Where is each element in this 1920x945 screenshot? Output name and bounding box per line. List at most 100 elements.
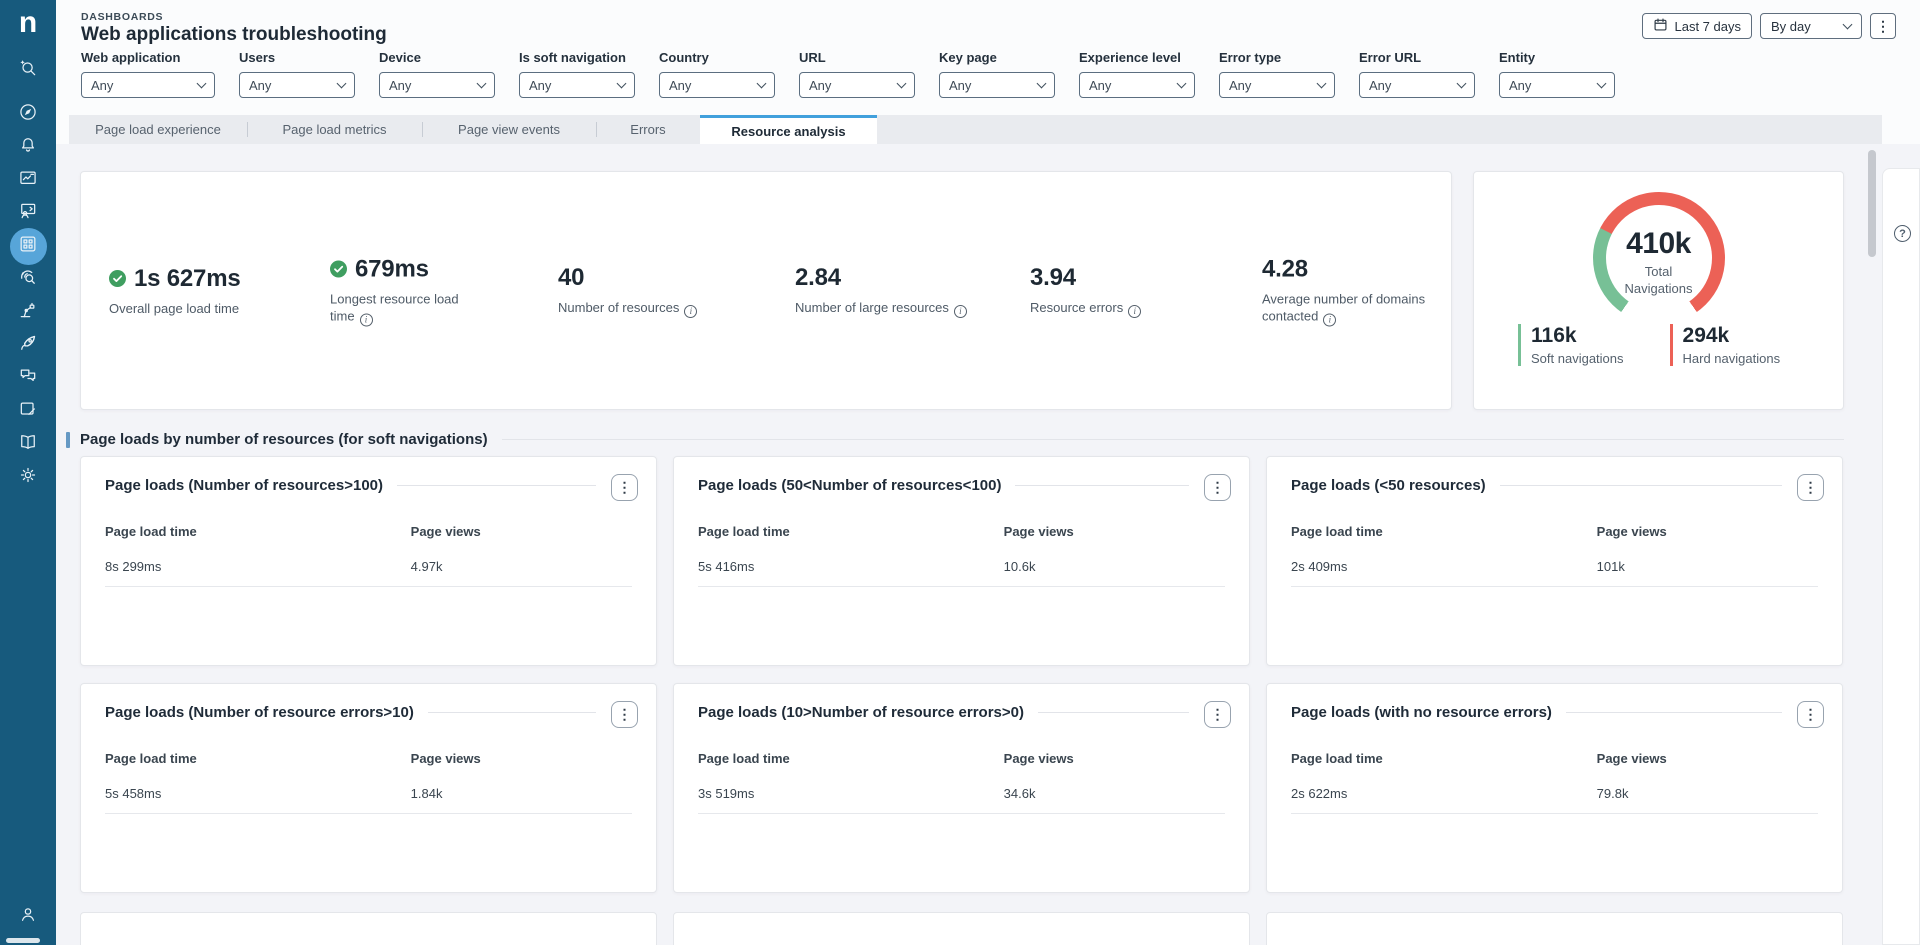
filter-label: Key page [939, 50, 1055, 65]
info-icon[interactable] [1128, 305, 1141, 318]
table-row: 5s 416ms 10.6k [698, 553, 1225, 587]
widget-card-partial [1266, 912, 1843, 945]
sidebar-item-settings[interactable] [9, 461, 47, 494]
time-range-label: Last 7 days [1675, 19, 1742, 34]
widget-menu-button[interactable] [1204, 474, 1231, 501]
filter: URL Any [799, 50, 915, 98]
dashboards-grid-icon [18, 234, 38, 259]
sidebar-item-notes[interactable] [9, 395, 47, 428]
toolbar: Last 7 days By day [1642, 13, 1897, 39]
column-header: Page load time [105, 524, 411, 539]
help-rail: ? [1882, 168, 1920, 945]
filter-bar: Web application Any Users Any [81, 50, 1615, 98]
widget-table: Page load time Page views 2s 622ms 79.8k [1291, 751, 1818, 814]
column-header: Page views [411, 751, 632, 766]
tab[interactable]: Page load experience [69, 115, 247, 144]
chevron-down-icon [1177, 79, 1187, 89]
column-header: Page load time [698, 524, 1004, 539]
new-relic-logo[interactable]: n [0, 0, 56, 46]
info-icon[interactable] [360, 313, 373, 326]
summary-metric: 4.28 Average number of domains contacted [1262, 255, 1442, 326]
section-divider [502, 439, 1844, 440]
sidebar-item-collaboration[interactable] [9, 362, 47, 395]
tab[interactable]: Resource analysis [700, 115, 877, 144]
widget-table: Page load time Page views 5s 416ms 10.6k [698, 524, 1225, 587]
success-check-icon [109, 270, 126, 287]
filter-select[interactable]: Any [81, 72, 215, 98]
tab[interactable]: Errors [596, 115, 700, 144]
title-divider [1015, 485, 1189, 486]
info-icon[interactable] [1323, 313, 1336, 326]
filter-select[interactable]: Any [239, 72, 355, 98]
gauge-title: Total Navigations [1613, 263, 1705, 297]
widget-table: Page load time Page views 5s 458ms 1.84k [105, 751, 632, 814]
sidebar-item-account[interactable] [0, 904, 56, 929]
sidebar-scrollbar[interactable] [6, 938, 40, 943]
summary-metrics-card: 1s 627ms Overall page load time 679ms [80, 171, 1452, 410]
app-window: n [0, 0, 1920, 945]
bell-icon [18, 135, 38, 160]
filter-select[interactable]: Any [1499, 72, 1615, 98]
filter-select[interactable]: Any [1079, 72, 1195, 98]
sidebar-item-session-insights[interactable] [9, 263, 47, 296]
sidebar-item-dashboards[interactable] [10, 228, 47, 265]
cell-page-views: 4.97k [411, 559, 632, 574]
widget-menu-button[interactable] [611, 474, 638, 501]
sidebar-item-alerts[interactable] [9, 131, 47, 164]
chevron-down-icon [337, 79, 347, 89]
sidebar-item-ai-search[interactable] [9, 54, 47, 87]
widget-menu-button[interactable] [1204, 701, 1231, 728]
help-icon[interactable]: ? [1894, 225, 1911, 242]
info-icon[interactable] [684, 305, 697, 318]
sidebar-item-explore[interactable] [9, 98, 47, 131]
tab[interactable]: Page view events [422, 115, 596, 144]
navigations-card: 410k Total Navigations 116k Soft navigat… [1473, 171, 1844, 410]
widget-title: Page loads (with no resource errors) [1291, 704, 1552, 721]
chevron-down-icon [1457, 79, 1467, 89]
filter-select[interactable]: Any [519, 72, 635, 98]
cell-page-load-time: 2s 622ms [1291, 786, 1597, 801]
time-range-picker[interactable]: Last 7 days [1642, 13, 1753, 39]
sidebar-item-machine-learning[interactable] [9, 296, 47, 329]
info-icon[interactable] [954, 305, 967, 318]
section-header: Page loads by number of resources (for s… [66, 431, 1844, 448]
cell-page-views: 1.84k [411, 786, 632, 801]
filter-select[interactable]: Any [659, 72, 775, 98]
granularity-select[interactable]: By day [1760, 13, 1862, 39]
tab-label: Resource analysis [731, 124, 845, 139]
sidebar-item-documentation[interactable] [9, 428, 47, 461]
dashboard-menu-button[interactable] [1870, 13, 1896, 39]
sidebar-item-launchers[interactable] [9, 329, 47, 362]
filter: Key page Any [939, 50, 1055, 98]
filter-select[interactable]: Any [1359, 72, 1475, 98]
filter-value: Any [91, 78, 113, 93]
summary-metric: 40 Number of resources [558, 264, 697, 318]
metric-value: 1s 627ms [134, 265, 241, 293]
tab[interactable]: Page load metrics [247, 115, 422, 144]
legend-label: Soft navigations [1531, 351, 1624, 366]
vertical-scrollbar[interactable] [1868, 150, 1876, 257]
metric-label: Number of large resources [795, 299, 967, 318]
sidebar-item-teams[interactable] [9, 197, 47, 230]
widget-menu-button[interactable] [1797, 701, 1824, 728]
metric-value: 3.94 [1030, 264, 1076, 292]
cell-page-views: 79.8k [1597, 786, 1818, 801]
filter-select[interactable]: Any [1219, 72, 1335, 98]
filter-select[interactable]: Any [939, 72, 1055, 98]
sidebar-item-apm-summary[interactable] [9, 164, 47, 197]
table-row: 5s 458ms 1.84k [105, 780, 632, 814]
widget-card: Page loads (Number of resources>100) Pag… [80, 456, 657, 666]
widget-menu-button[interactable] [1797, 474, 1824, 501]
widget-menu-button[interactable] [611, 701, 638, 728]
sidebar-nav [0, 54, 56, 494]
filter: Web application Any [81, 50, 215, 98]
filter-select[interactable]: Any [379, 72, 495, 98]
presenter-icon [18, 201, 38, 226]
table-row: 2s 409ms 101k [1291, 553, 1818, 587]
filter-select[interactable]: Any [799, 72, 915, 98]
chevron-down-icon [477, 79, 487, 89]
title-divider [1038, 712, 1189, 713]
widget-card: Page loads (Number of resource errors>10… [80, 683, 657, 893]
filter-label: Error URL [1359, 50, 1475, 65]
filter: Country Any [659, 50, 775, 98]
